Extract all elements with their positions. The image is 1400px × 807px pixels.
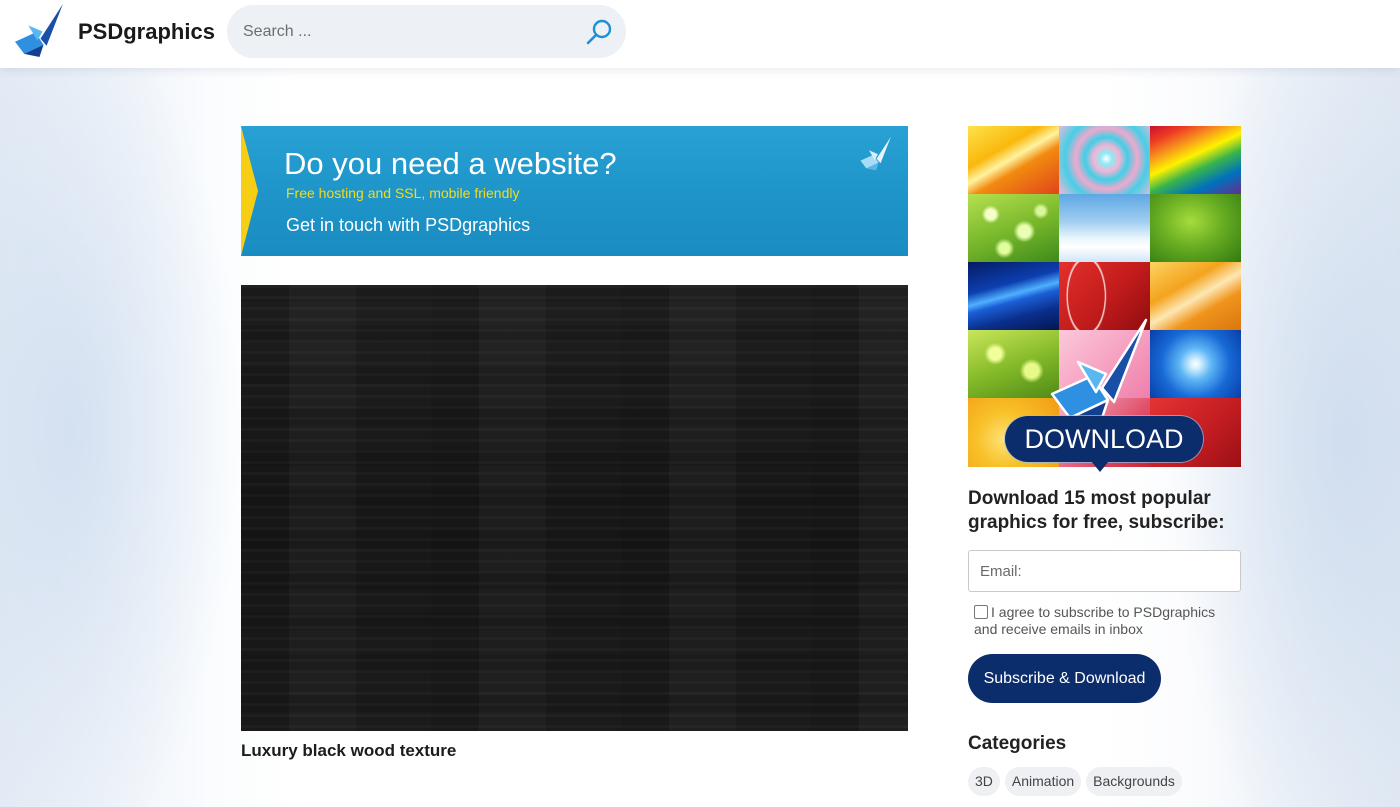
promo-tile bbox=[1150, 262, 1241, 330]
subscribe-download-button[interactable]: Subscribe & Download bbox=[968, 654, 1161, 703]
post-image-black-wood-texture[interactable] bbox=[241, 285, 908, 731]
email-field[interactable] bbox=[968, 550, 1241, 592]
banner-headline: Do you need a website? bbox=[284, 146, 617, 181]
agree-text: I agree to subscribe to PSDgraphics and … bbox=[974, 604, 1216, 637]
page: PSDgraphics Do you need a website? Free … bbox=[0, 0, 1400, 807]
site-header: PSDgraphics bbox=[0, 0, 1400, 68]
psdgraphics-logo-icon bbox=[15, 4, 63, 57]
category-tag-animation[interactable]: Animation bbox=[1004, 767, 1082, 796]
category-tag-list: 3D Animation Backgrounds bbox=[968, 767, 1182, 796]
promo-tile bbox=[1150, 330, 1241, 398]
category-tag-3d[interactable]: 3D bbox=[968, 767, 1000, 796]
logo-text: PSDgraphics bbox=[78, 19, 215, 44]
logo-link[interactable]: PSDgraphics bbox=[10, 2, 215, 60]
promo-tile bbox=[1059, 194, 1150, 262]
banner-accent-notch bbox=[241, 126, 258, 256]
promo-tile bbox=[968, 194, 1059, 262]
promo-download-badge: DOWNLOAD bbox=[1005, 416, 1203, 462]
agree-label[interactable]: I agree to subscribe to PSDgraphics and … bbox=[974, 604, 1236, 638]
subscribe-heading: Download 15 most popular graphics for fr… bbox=[968, 488, 1225, 533]
search-input[interactable] bbox=[243, 5, 573, 58]
banner-cta: Get in touch with PSDgraphics bbox=[286, 215, 531, 235]
download-promo-link[interactable]: DOWNLOAD bbox=[968, 126, 1241, 473]
promo-tile bbox=[968, 330, 1059, 398]
promo-tile bbox=[968, 262, 1059, 330]
psdgraphics-logo-icon bbox=[860, 136, 891, 171]
categories-heading: Categories bbox=[968, 733, 1067, 754]
promo-tile bbox=[1150, 194, 1241, 262]
search-icon bbox=[586, 19, 612, 45]
agree-checkbox[interactable] bbox=[974, 605, 988, 619]
category-tag-backgrounds[interactable]: Backgrounds bbox=[1086, 767, 1182, 796]
promo-badge-pointer bbox=[1091, 461, 1109, 472]
website-ad-banner[interactable]: Do you need a website? Free hosting and … bbox=[241, 126, 908, 256]
promo-tile bbox=[1150, 126, 1241, 194]
banner-subline: Free hosting and SSL, mobile friendly bbox=[286, 185, 520, 201]
search-box bbox=[227, 5, 626, 58]
promo-tile bbox=[968, 126, 1059, 194]
promo-tile bbox=[1059, 126, 1150, 194]
post-title[interactable]: Luxury black wood texture bbox=[241, 741, 456, 761]
psdgraphics-logo-icon bbox=[1050, 318, 1148, 426]
search-button[interactable] bbox=[584, 17, 614, 47]
